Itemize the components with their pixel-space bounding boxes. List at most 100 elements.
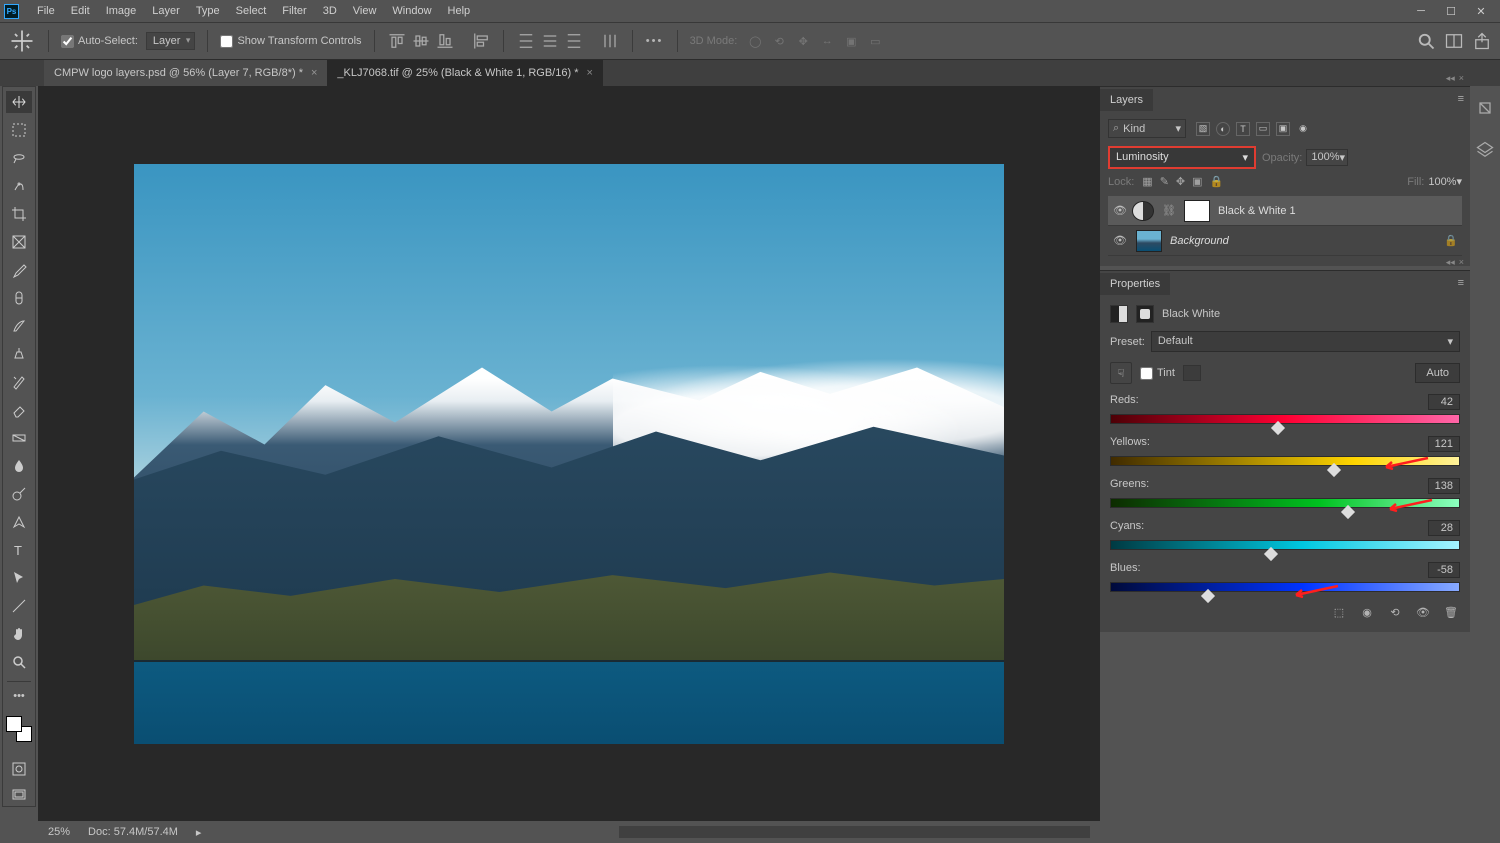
cyans-value[interactable]: 28 — [1428, 520, 1460, 536]
search-icon[interactable] — [1416, 31, 1436, 51]
more-options-icon[interactable]: ••• — [645, 31, 665, 51]
menu-select[interactable]: Select — [228, 5, 275, 17]
menu-edit[interactable]: Edit — [63, 5, 98, 17]
dist-bottom-icon[interactable] — [564, 31, 584, 51]
targeted-adjustment-icon[interactable]: ☟ — [1110, 362, 1132, 384]
dock-history-icon[interactable] — [1475, 98, 1495, 118]
adjustment-thumb-icon[interactable] — [1132, 201, 1154, 221]
layer-thumb[interactable] — [1136, 230, 1162, 252]
zoom-tool[interactable] — [6, 651, 32, 673]
3d-camera-icon[interactable]: ▭ — [865, 31, 885, 51]
shape-tool[interactable] — [6, 595, 32, 617]
gradient-tool[interactable] — [6, 427, 32, 449]
dock-libraries-icon[interactable] — [1475, 140, 1495, 160]
properties-tab[interactable]: Properties — [1100, 273, 1170, 295]
3d-zoom-icon[interactable]: ▣ — [841, 31, 861, 51]
align-top-icon[interactable] — [387, 31, 407, 51]
dodge-tool[interactable] — [6, 483, 32, 505]
menu-layer[interactable]: Layer — [144, 5, 188, 17]
menu-type[interactable]: Type — [188, 5, 228, 17]
edit-toolbar-icon[interactable]: ••• — [13, 690, 25, 702]
filter-pixel-icon[interactable]: ▧ — [1196, 122, 1210, 136]
close-tab-1-icon[interactable]: × — [311, 67, 317, 79]
share-icon[interactable] — [1472, 31, 1492, 51]
mask-icon[interactable] — [1136, 305, 1154, 323]
panel-close-icon[interactable]: × — [1459, 257, 1464, 268]
tab-document-1[interactable]: CMPW logo layers.psd @ 56% (Layer 7, RGB… — [44, 60, 327, 86]
menu-window[interactable]: Window — [384, 5, 439, 17]
filter-type-icon[interactable]: T — [1236, 122, 1250, 136]
menu-view[interactable]: View — [345, 5, 385, 17]
blues-slider[interactable]: Blues:-58 — [1110, 562, 1460, 592]
layers-tab[interactable]: Layers — [1100, 89, 1153, 111]
brush-tool[interactable] — [6, 315, 32, 337]
lock-pixels-icon[interactable]: ✎ — [1160, 175, 1169, 188]
visibility-toggle-icon[interactable]: 👁 — [1112, 234, 1128, 247]
tab-document-2[interactable]: _KLJ7068.tif @ 25% (Black & White 1, RGB… — [327, 60, 603, 86]
window-maximize-button[interactable]: ☐ — [1439, 4, 1463, 18]
3d-orbit-icon[interactable]: ◯ — [745, 31, 765, 51]
pen-tool[interactable] — [6, 511, 32, 533]
lock-transparency-icon[interactable]: ▦ — [1142, 175, 1152, 188]
tint-checkbox[interactable]: Tint — [1140, 367, 1175, 380]
filter-shape-icon[interactable]: ▭ — [1256, 122, 1270, 136]
horizontal-scrollbar[interactable] — [619, 826, 1090, 838]
menu-help[interactable]: Help — [440, 5, 479, 17]
history-brush-tool[interactable] — [6, 371, 32, 393]
menu-file[interactable]: File — [29, 5, 63, 17]
greens-slider[interactable]: Greens:138 — [1110, 478, 1460, 508]
layer-item-bw[interactable]: 👁 ⛓ Black & White 1 — [1108, 196, 1462, 226]
delete-adjustment-icon[interactable]: 🗑 — [1442, 604, 1460, 620]
lasso-tool[interactable] — [6, 147, 32, 169]
view-previous-icon[interactable]: ◉ — [1358, 604, 1376, 620]
path-select-tool[interactable] — [6, 567, 32, 589]
lock-position-icon[interactable]: ✥ — [1176, 175, 1185, 188]
clip-to-layer-icon[interactable]: ⬚ — [1330, 604, 1348, 620]
preset-dropdown[interactable]: Default▾ — [1151, 331, 1460, 352]
panel-collapse-icon[interactable]: ◂◂ — [1446, 73, 1455, 84]
eraser-tool[interactable] — [6, 399, 32, 421]
dist-h-icon[interactable] — [600, 31, 620, 51]
healing-brush-tool[interactable] — [6, 287, 32, 309]
foreground-swatch[interactable] — [6, 716, 22, 732]
dist-top-icon[interactable] — [516, 31, 536, 51]
filter-adjust-icon[interactable]: ◐ — [1216, 122, 1230, 136]
3d-pan-icon[interactable]: ✥ — [793, 31, 813, 51]
show-transform-checkbox[interactable]: Show Transform Controls — [220, 35, 361, 48]
hand-tool[interactable] — [6, 623, 32, 645]
quick-select-tool[interactable] — [6, 175, 32, 197]
dist-vcenter-icon[interactable] — [540, 31, 560, 51]
document-canvas[interactable] — [134, 164, 1004, 744]
mask-thumb[interactable] — [1184, 200, 1210, 222]
blues-value[interactable]: -58 — [1428, 562, 1460, 578]
lock-all-icon[interactable]: 🔒 — [1210, 175, 1224, 188]
move-tool[interactable] — [6, 91, 32, 113]
screen-mode-icon[interactable] — [6, 784, 32, 806]
align-vcenter-icon[interactable] — [411, 31, 431, 51]
layers-panel-menu-icon[interactable]: ≡ — [1458, 93, 1464, 105]
window-minimize-button[interactable]: ─ — [1409, 4, 1433, 18]
layer-item-background[interactable]: 👁 Background 🔒 — [1108, 226, 1462, 256]
filter-artboard-icon[interactable]: ◉ — [1296, 122, 1310, 136]
menu-3d[interactable]: 3D — [315, 5, 345, 17]
tint-color-swatch[interactable] — [1183, 365, 1201, 381]
yellows-slider[interactable]: Yellows:121 — [1110, 436, 1460, 466]
3d-slide-icon[interactable]: ↔ — [817, 31, 837, 51]
reds-value[interactable]: 42 — [1428, 394, 1460, 410]
cyans-slider[interactable]: Cyans:28 — [1110, 520, 1460, 550]
blur-tool[interactable] — [6, 455, 32, 477]
layer-name[interactable]: Black & White 1 — [1218, 205, 1458, 217]
frame-tool[interactable] — [6, 231, 32, 253]
lock-artboard-icon[interactable]: ▣ — [1192, 175, 1202, 188]
quick-mask-icon[interactable] — [6, 758, 32, 780]
align-left-icon[interactable] — [471, 31, 491, 51]
crop-tool[interactable] — [6, 203, 32, 225]
3d-roll-icon[interactable]: ⟲ — [769, 31, 789, 51]
visibility-toggle-icon[interactable]: 👁 — [1112, 204, 1128, 217]
menu-filter[interactable]: Filter — [274, 5, 314, 17]
status-doc[interactable]: Doc: 57.4M/57.4M — [88, 826, 178, 838]
current-tool-icon[interactable] — [8, 29, 36, 53]
panel-close-icon[interactable]: × — [1459, 73, 1464, 84]
status-zoom[interactable]: 25% — [48, 826, 70, 838]
auto-select-target-dropdown[interactable]: Layer — [146, 32, 196, 50]
